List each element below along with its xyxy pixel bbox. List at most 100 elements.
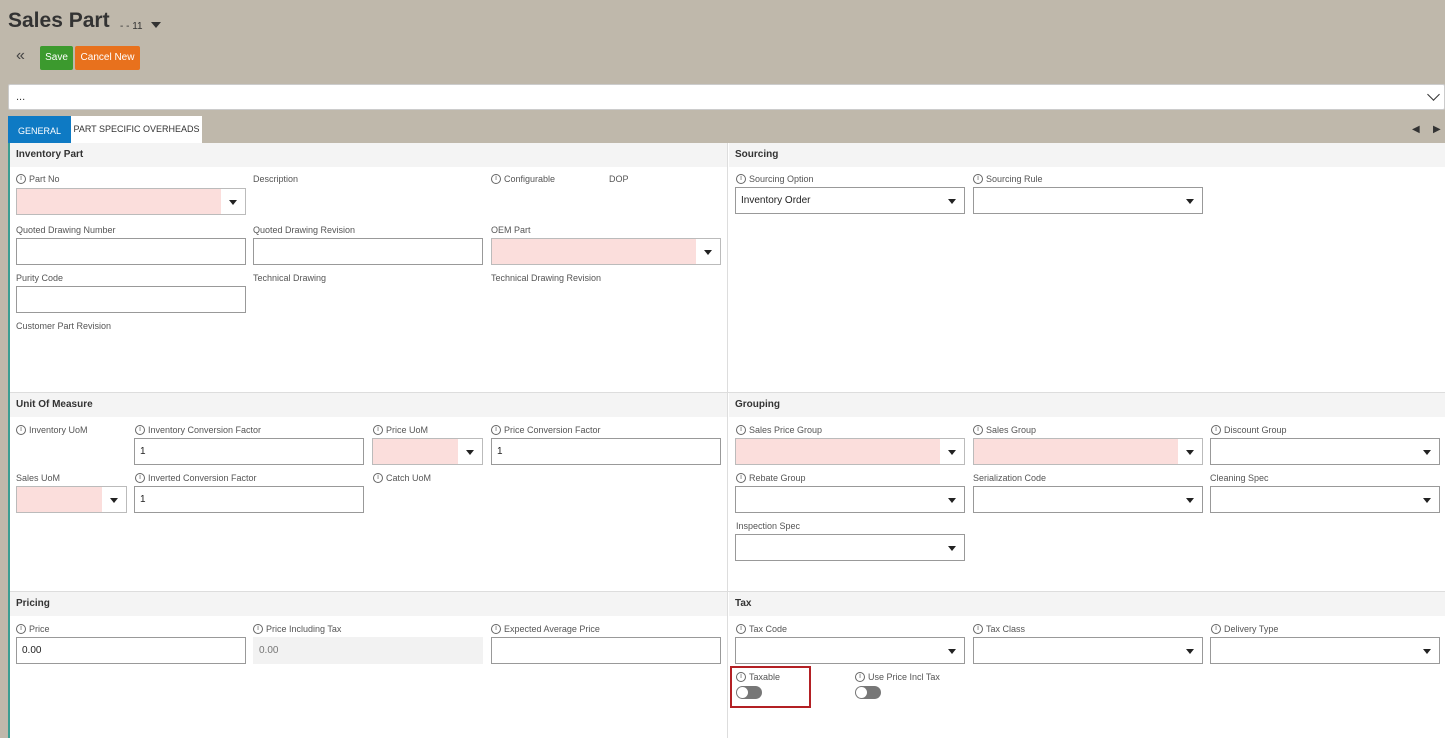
chevron-down-icon[interactable]: [1427, 88, 1440, 101]
purity-code-input[interactable]: [16, 286, 246, 313]
info-icon[interactable]: i: [736, 473, 746, 483]
chevron-down-icon[interactable]: [1178, 188, 1202, 213]
chevron-down-icon[interactable]: [1178, 487, 1202, 512]
cancel-new-button[interactable]: Cancel New: [75, 46, 140, 70]
price-label: i Price: [16, 624, 50, 634]
tab-part-specific-overheads[interactable]: PART SPECIFIC OVERHEADS: [71, 116, 202, 143]
price-conversion-factor-label: i Price Conversion Factor: [491, 425, 601, 435]
info-icon[interactable]: i: [973, 624, 983, 634]
info-icon[interactable]: i: [736, 425, 746, 435]
info-icon[interactable]: i: [973, 174, 983, 184]
chevron-down-icon[interactable]: [102, 487, 126, 512]
sourcing-option-value: Inventory Order: [741, 195, 811, 206]
tab-scroll-left-icon[interactable]: ◀: [1412, 124, 1420, 135]
inverted-conversion-factor-input[interactable]: 1: [134, 486, 364, 513]
taxable-highlight-box: [730, 666, 811, 708]
rebate-group-select[interactable]: [735, 486, 965, 513]
price-including-tax-label: i Price Including Tax: [253, 624, 341, 634]
tax-code-select[interactable]: [735, 637, 965, 664]
info-icon[interactable]: i: [16, 174, 26, 184]
chevron-down-icon[interactable]: [940, 439, 964, 464]
collapse-double-chevron-left-icon[interactable]: «: [16, 48, 25, 64]
info-icon[interactable]: i: [373, 473, 383, 483]
record-selector-chevron-down-icon[interactable]: [151, 22, 161, 28]
technical-drawing-label: Technical Drawing: [253, 273, 327, 283]
info-icon[interactable]: i: [973, 425, 983, 435]
section-sourcing-title: Sourcing: [729, 143, 1445, 167]
info-icon[interactable]: i: [1211, 425, 1221, 435]
price-input[interactable]: 0.00: [16, 637, 246, 664]
sales-uom-field[interactable]: [16, 486, 127, 513]
info-icon[interactable]: i: [491, 174, 501, 184]
tab-scroll-right-icon[interactable]: ▶: [1433, 124, 1441, 135]
quoted-drawing-revision-input[interactable]: [253, 238, 483, 265]
price-uom-field[interactable]: [372, 438, 483, 465]
technical-drawing-revision-label: Technical Drawing Revision: [491, 273, 602, 283]
section-pricing-title: Pricing: [10, 592, 727, 616]
section-unit-of-measure-title: Unit Of Measure: [10, 393, 727, 417]
info-icon[interactable]: i: [135, 425, 145, 435]
sourcing-option-select[interactable]: Inventory Order: [735, 187, 965, 214]
info-icon[interactable]: i: [253, 624, 263, 634]
tax-class-select[interactable]: [973, 637, 1203, 664]
save-button[interactable]: Save: [40, 46, 73, 70]
customer-part-revision-label: Customer Part Revision: [16, 321, 112, 331]
sourcing-rule-label: i Sourcing Rule: [973, 174, 1043, 184]
info-icon[interactable]: i: [736, 174, 746, 184]
chevron-down-icon[interactable]: [1415, 638, 1439, 663]
info-icon[interactable]: i: [16, 624, 26, 634]
chevron-down-icon[interactable]: [458, 439, 482, 464]
chevron-down-icon[interactable]: [940, 638, 964, 663]
serialization-code-label: Serialization Code: [973, 473, 1047, 483]
chevron-down-icon[interactable]: [1415, 487, 1439, 512]
page-title: Sales Part: [8, 9, 110, 32]
inspection-spec-select[interactable]: [735, 534, 965, 561]
oem-part-field[interactable]: [491, 238, 721, 265]
section-tax-title: Tax: [729, 592, 1445, 616]
sales-group-field[interactable]: [973, 438, 1203, 465]
tax-class-label: i Tax Class: [973, 624, 1025, 634]
quoted-drawing-number-label: Quoted Drawing Number: [16, 225, 116, 235]
price-uom-label: i Price UoM: [373, 425, 428, 435]
chevron-down-icon[interactable]: [696, 239, 720, 264]
delivery-type-select[interactable]: [1210, 637, 1440, 664]
chevron-down-icon[interactable]: [1415, 439, 1439, 464]
section-grouping-title: Grouping: [729, 393, 1445, 417]
chevron-down-icon[interactable]: [940, 188, 964, 213]
expected-average-price-label: i Expected Average Price: [491, 624, 600, 634]
info-icon[interactable]: i: [135, 473, 145, 483]
info-icon[interactable]: i: [373, 425, 383, 435]
sourcing-option-label: i Sourcing Option: [736, 174, 814, 184]
inventory-conversion-factor-label: i Inventory Conversion Factor: [135, 425, 261, 435]
part-no-label: i Part No: [16, 174, 60, 184]
discount-group-select[interactable]: [1210, 438, 1440, 465]
info-icon[interactable]: i: [16, 425, 26, 435]
record-selector-label[interactable]: - - 11: [120, 21, 143, 32]
chevron-down-icon[interactable]: [940, 535, 964, 560]
info-icon[interactable]: i: [1211, 624, 1221, 634]
sourcing-rule-select[interactable]: [973, 187, 1203, 214]
part-no-field[interactable]: [16, 188, 246, 215]
description-label: Description: [253, 174, 299, 184]
cleaning-spec-select[interactable]: [1210, 486, 1440, 513]
chevron-down-icon[interactable]: [1178, 439, 1202, 464]
tab-general[interactable]: GENERAL: [8, 116, 71, 143]
info-icon[interactable]: i: [491, 425, 501, 435]
inventory-conversion-factor-input[interactable]: 1: [134, 438, 364, 465]
chevron-down-icon[interactable]: [221, 189, 245, 214]
chevron-down-icon[interactable]: [940, 487, 964, 512]
info-icon[interactable]: i: [855, 672, 865, 682]
record-search-value: ...: [16, 91, 26, 103]
quoted-drawing-number-input[interactable]: [16, 238, 246, 265]
record-search-bar[interactable]: ...: [8, 84, 1445, 110]
expected-average-price-input[interactable]: [491, 637, 721, 664]
serialization-code-select[interactable]: [973, 486, 1203, 513]
info-icon[interactable]: i: [491, 624, 501, 634]
section-inventory-part-title: Inventory Part: [10, 143, 727, 167]
info-icon[interactable]: i: [736, 624, 746, 634]
chevron-down-icon[interactable]: [1178, 638, 1202, 663]
sales-price-group-field[interactable]: [735, 438, 965, 465]
use-price-incl-tax-toggle[interactable]: [855, 686, 881, 699]
column-divider: [727, 143, 728, 738]
price-conversion-factor-input[interactable]: 1: [491, 438, 721, 465]
